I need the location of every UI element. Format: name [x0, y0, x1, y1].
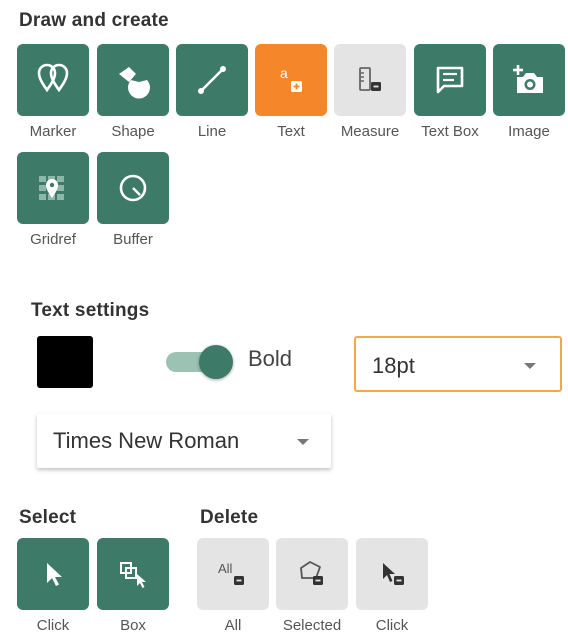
select-click-button[interactable] [17, 538, 89, 610]
text-glyph: a [280, 65, 288, 81]
buffer-label: Buffer [113, 231, 153, 248]
bold-toggle-knob[interactable] [199, 345, 233, 379]
tool-text[interactable]: a Text [255, 44, 327, 140]
select-box-label: Box [120, 617, 146, 634]
gridref-button[interactable] [17, 152, 89, 224]
text-settings-title: Text settings [31, 300, 150, 321]
tool-select-box[interactable]: Box [97, 538, 169, 634]
tool-measure[interactable]: Measure [334, 44, 406, 140]
box-select-icon [120, 562, 146, 588]
delete-selected-button[interactable] [276, 538, 348, 610]
delete-click-icon [383, 563, 404, 585]
delete-all-glyph: All [218, 561, 233, 576]
add-image-icon [513, 65, 543, 93]
delete-title: Delete [200, 507, 259, 528]
font-family-select[interactable]: Times New Roman [37, 414, 331, 468]
gridref-icon [39, 176, 64, 200]
measure-icon [359, 67, 381, 91]
shape-button[interactable] [97, 44, 169, 116]
buffer-icon [119, 174, 147, 202]
tool-marker[interactable]: Marker [17, 44, 89, 140]
chevron-down-icon [524, 363, 536, 369]
image-button[interactable] [493, 44, 565, 116]
delete-click-label: Click [375, 617, 409, 634]
tool-line[interactable]: Line [176, 44, 248, 140]
buffer-button[interactable] [97, 152, 169, 224]
chevron-down-icon [297, 439, 309, 445]
font-size-select[interactable]: 18pt [354, 336, 562, 392]
text-icon: a [280, 65, 302, 92]
bold-label: Bold [248, 346, 293, 371]
delete-all-icon: All [218, 561, 244, 585]
tool-delete-click[interactable]: Click [356, 538, 428, 634]
tool-select-click[interactable]: Click [17, 538, 89, 634]
tool-delete-all[interactable]: All All [197, 538, 269, 634]
font-family-value: Times New Roman [53, 428, 240, 453]
bold-toggle[interactable] [166, 344, 236, 380]
text-button[interactable]: a [255, 44, 327, 116]
line-button[interactable] [176, 44, 248, 116]
image-label: Image [508, 123, 550, 140]
draw-create-title: Draw and create [19, 10, 169, 31]
measure-button[interactable] [334, 44, 406, 116]
tool-buffer[interactable]: Buffer [97, 152, 169, 248]
font-size-value: 18pt [372, 353, 415, 378]
tool-gridref[interactable]: Gridref [17, 152, 89, 248]
text-box-icon [436, 66, 464, 94]
marker-icon [37, 63, 69, 93]
delete-selected-icon [300, 561, 323, 585]
select-title: Select [19, 507, 77, 528]
tool-text-box[interactable]: Text Box [414, 44, 486, 140]
text-box-button[interactable] [414, 44, 486, 116]
line-icon [198, 66, 226, 94]
tool-image[interactable]: Image [493, 44, 565, 140]
delete-click-button[interactable] [356, 538, 428, 610]
text-color-swatch[interactable] [37, 336, 93, 388]
tool-shape[interactable]: Shape [97, 44, 169, 140]
cursor-icon [47, 563, 62, 586]
tool-delete-selected[interactable]: Selected [276, 538, 348, 634]
marker-button[interactable] [17, 44, 89, 116]
shape-icon [119, 67, 150, 99]
delete-all-button[interactable]: All [197, 538, 269, 610]
select-box-button[interactable] [97, 538, 169, 610]
